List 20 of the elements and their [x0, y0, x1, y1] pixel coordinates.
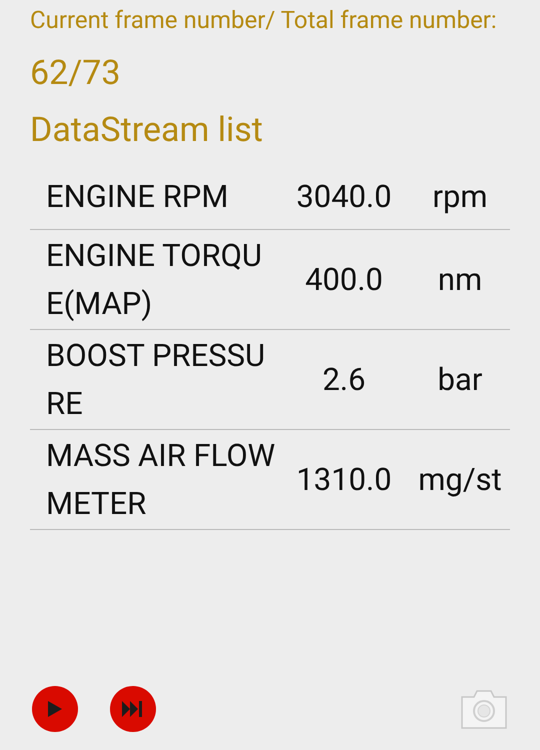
frame-number-value: 62/73: [30, 52, 122, 95]
parameter-name: ENGINE RPM: [45, 176, 230, 216]
list-title: DataStream list: [30, 109, 264, 152]
parameter-value: 1310.0: [295, 460, 393, 500]
parameter-unit: bar: [436, 360, 484, 400]
parameter-name: BOOST PRESSURE: [45, 336, 266, 424]
frame-number-label: Current frame number/ Total frame number:: [30, 5, 498, 36]
play-button[interactable]: [32, 686, 78, 732]
parameter-unit: mg/st: [417, 460, 503, 500]
parameter-value: 2.6: [321, 360, 367, 400]
parameter-unit: nm: [436, 260, 484, 300]
skip-forward-icon: [122, 701, 144, 717]
parameter-name: ENGINE TORQUE(MAP): [45, 236, 264, 324]
camera-icon: [460, 688, 508, 730]
parameter-value: 400.0: [304, 260, 384, 300]
play-icon: [47, 700, 63, 718]
skip-forward-button[interactable]: [110, 686, 156, 732]
parameter-unit: rpm: [431, 176, 489, 216]
parameter-name: MASS AIR FLOW METER: [45, 436, 276, 524]
parameter-value: 3040.0: [295, 176, 393, 216]
